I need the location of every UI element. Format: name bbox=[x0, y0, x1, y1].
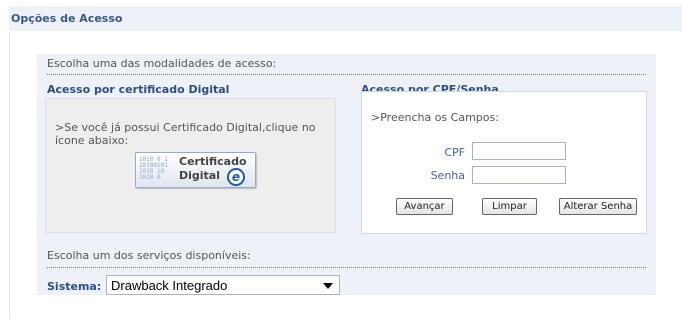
cpf-input[interactable] bbox=[472, 142, 566, 160]
certificate-box: >Se você já possui Certificado Digital,c… bbox=[45, 98, 336, 233]
page-title: Opções de Acesso bbox=[11, 12, 123, 25]
section-header: Opções de Acesso bbox=[9, 6, 682, 31]
certificate-button-label-2: Digital bbox=[179, 169, 220, 182]
certificate-button-label: Certificado bbox=[179, 155, 247, 168]
cpf-label: CPF bbox=[444, 146, 465, 159]
services-label: Escolha um dos serviços disponíveis: bbox=[47, 249, 251, 262]
access-options-panel: Escolha uma das modalidades de acesso: A… bbox=[37, 54, 656, 295]
cpf-instruction: >Preencha os Campos: bbox=[371, 111, 499, 124]
system-select-value: Drawback Integrado bbox=[111, 278, 228, 293]
e-logo-icon: e bbox=[227, 168, 245, 186]
access-intro-text: Escolha uma das modalidades de acesso: bbox=[47, 57, 277, 70]
dotted-divider bbox=[47, 74, 646, 75]
dotted-divider-services bbox=[47, 267, 646, 268]
system-label: Sistema: bbox=[47, 280, 102, 293]
certificate-instruction: >Se você já possui Certificado Digital,c… bbox=[55, 121, 316, 147]
change-password-button[interactable]: Alterar Senha bbox=[559, 198, 637, 215]
senha-label: Senha bbox=[430, 169, 465, 182]
chevron-down-icon bbox=[323, 283, 333, 289]
binary-pattern-icon: 1010 0 1 10100101 1010 10 1010 0 bbox=[139, 156, 168, 181]
cpf-login-box: >Preencha os Campos: CPF Senha Avançar L… bbox=[361, 91, 647, 234]
password-input[interactable] bbox=[472, 166, 566, 184]
digital-certificate-button[interactable]: 1010 0 1 10100101 1010 10 1010 0 Certificad… bbox=[135, 152, 256, 188]
advance-button[interactable]: Avançar bbox=[396, 198, 453, 215]
certificate-section-title: Acesso por certificado Digital bbox=[47, 83, 230, 96]
system-select[interactable]: Drawback Integrado bbox=[106, 275, 340, 295]
left-divider bbox=[9, 31, 10, 319]
clear-button[interactable]: Limpar bbox=[482, 198, 537, 215]
